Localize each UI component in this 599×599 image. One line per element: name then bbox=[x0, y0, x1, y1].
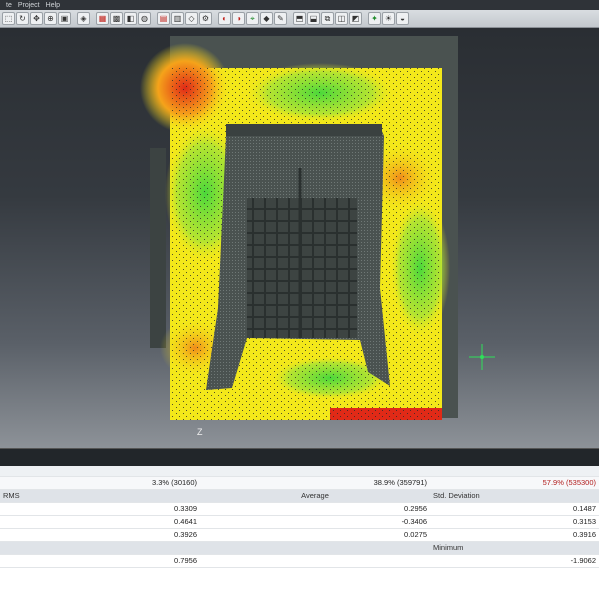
light-icon[interactable]: ☀ bbox=[382, 12, 395, 25]
z-axis-label: Z bbox=[197, 427, 203, 437]
table-row[interactable]: 0.3309 0.2956 0.1487 bbox=[0, 502, 599, 516]
measure-icon[interactable]: ⌖ bbox=[246, 12, 259, 25]
cube-icon[interactable]: ▣ bbox=[58, 12, 71, 25]
surface-icon[interactable]: ◍ bbox=[138, 12, 151, 25]
menu-item-project[interactable]: Project bbox=[18, 2, 40, 9]
column-header-row: RMS Average Std. Deviation bbox=[0, 489, 599, 503]
std-value: 0.3916 bbox=[430, 528, 599, 542]
clip-icon[interactable]: ◫ bbox=[335, 12, 348, 25]
select-icon[interactable]: ⬚ bbox=[2, 12, 15, 25]
table-row[interactable]: 0.4641 -0.3406 0.3153 bbox=[0, 515, 599, 529]
mesh-icon[interactable]: ▩ bbox=[110, 12, 123, 25]
fill-icon[interactable]: ◩ bbox=[349, 12, 362, 25]
rms-value: 0.3926 bbox=[100, 528, 200, 542]
rms-value: 0.3309 bbox=[100, 502, 200, 516]
table-header-row bbox=[0, 466, 599, 477]
std-value: 0.3153 bbox=[430, 515, 599, 529]
grid-icon[interactable]: ▥ bbox=[171, 12, 184, 25]
shade-icon[interactable]: ◒ bbox=[396, 12, 409, 25]
3d-viewport[interactable]: Z bbox=[0, 28, 599, 448]
col-average-header[interactable]: Average bbox=[200, 489, 430, 503]
panel-divider[interactable] bbox=[0, 448, 599, 466]
statistics-table: 3.3% (30160) 38.9% (359791) 57.9% (53530… bbox=[0, 466, 599, 568]
average-value: 0.2956 bbox=[200, 502, 430, 516]
zoom-icon[interactable]: ⊕ bbox=[44, 12, 57, 25]
side-frame bbox=[150, 148, 166, 348]
register-icon[interactable]: ⚙ bbox=[199, 12, 212, 25]
average-value: 0.0275 bbox=[200, 528, 430, 542]
std-value: 0.1487 bbox=[430, 502, 599, 516]
box-icon[interactable]: ⧉ bbox=[321, 12, 334, 25]
statistics-panel: 3.3% (30160) 38.9% (359791) 57.9% (53530… bbox=[0, 466, 599, 599]
view-icon[interactable]: ◈ bbox=[77, 12, 90, 25]
average-value: -0.3406 bbox=[200, 515, 430, 529]
menu-bar: te Project Help bbox=[0, 0, 599, 10]
table-row[interactable]: 0.7956 -1.9062 bbox=[0, 554, 599, 568]
fit-icon[interactable]: ⬓ bbox=[307, 12, 320, 25]
col-minimum-header[interactable]: Minimum bbox=[430, 541, 599, 555]
save-icon[interactable]: ▤ bbox=[157, 12, 170, 25]
col-rms-header[interactable]: RMS bbox=[0, 489, 100, 503]
main-toolbar: ⬚ ↻ ✥ ⊕ ▣ ◈ ▦ ▩ ◧ ◍ ▤ ▥ ◇ ⚙ ◐ ◑ ⌖ ◆ ✎ ⬒ ⬓ ⧉ ◫ ◩ ✦ ☀ ◒ bbox=[0, 10, 599, 28]
menu-item-help[interactable]: Help bbox=[46, 2, 60, 9]
deviation-icon[interactable]: ◑ bbox=[232, 12, 245, 25]
minimum-left-value: 0.7956 bbox=[100, 554, 200, 568]
menu-item-edit[interactable]: te bbox=[6, 2, 12, 9]
percentage-above: 57.9% (535300) bbox=[430, 476, 599, 490]
rms-value: 0.4641 bbox=[100, 515, 200, 529]
frame-icon[interactable]: ⬒ bbox=[293, 12, 306, 25]
percentage-below: 3.3% (30160) bbox=[100, 476, 200, 490]
table-row[interactable]: 0.3926 0.0275 0.3916 bbox=[0, 528, 599, 542]
point-cloud-render bbox=[140, 36, 495, 420]
minimum-right-value: -1.9062 bbox=[430, 554, 599, 568]
bulb-icon[interactable]: ✦ bbox=[368, 12, 381, 25]
points-icon[interactable]: ▦ bbox=[96, 12, 109, 25]
rotate-icon[interactable]: ↻ bbox=[16, 12, 29, 25]
probe-icon[interactable]: ✎ bbox=[274, 12, 287, 25]
percentage-row: 3.3% (30160) 38.9% (359791) 57.9% (53530… bbox=[0, 476, 599, 490]
compare-icon[interactable]: ◐ bbox=[218, 12, 231, 25]
align-icon[interactable]: ◇ bbox=[185, 12, 198, 25]
minimum-header-row: Minimum bbox=[0, 541, 599, 555]
col-std-header[interactable]: Std. Deviation bbox=[430, 489, 599, 503]
crosshair-cursor bbox=[469, 344, 495, 370]
pan-icon[interactable]: ✥ bbox=[30, 12, 43, 25]
section-icon[interactable]: ◆ bbox=[260, 12, 273, 25]
percentage-within: 38.9% (359791) bbox=[200, 476, 430, 490]
object-icon[interactable]: ◧ bbox=[124, 12, 137, 25]
